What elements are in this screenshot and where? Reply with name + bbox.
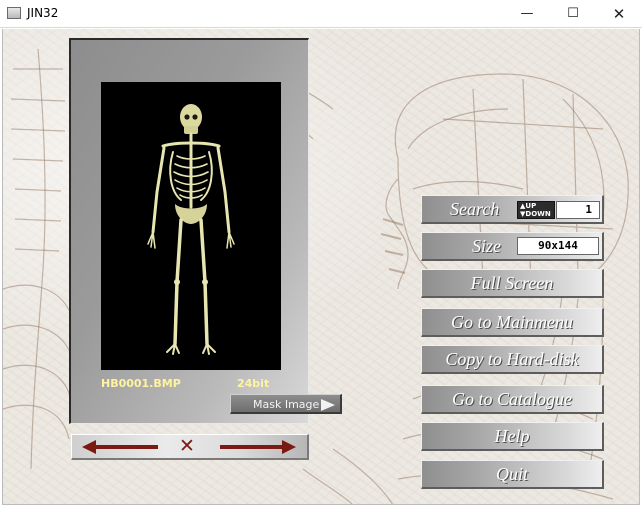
copy-to-hard-disk-button[interactable]: Copy to Hard-disk [421, 345, 604, 374]
up-down-stepper[interactable]: ▲UP ▼DOWN [517, 201, 555, 219]
skeleton-image [147, 104, 235, 355]
size-label: Size [472, 236, 501, 256]
app-icon [7, 7, 21, 19]
maximize-button[interactable]: ☐ [550, 0, 596, 28]
search-button[interactable]: Search ▲UP ▼DOWN 1 [421, 195, 604, 224]
quit-button[interactable]: Quit [421, 460, 604, 489]
go-to-catalogue-button[interactable]: Go to Catalogue [421, 385, 604, 414]
title-bar: JIN32 — ☐ ✕ [0, 0, 642, 28]
help-button[interactable]: Help [421, 422, 604, 451]
image-preview [101, 82, 281, 370]
search-label: Search [450, 199, 500, 219]
minimize-button[interactable]: — [504, 0, 550, 28]
app-client-area: HB0001.BMP 24bit Mask Image ✕ Search ▲UP… [2, 29, 640, 505]
down-label[interactable]: ▼DOWN [520, 211, 551, 218]
go-to-mainmenu-button[interactable]: Go to Mainmenu [421, 308, 604, 337]
close-image-icon[interactable]: ✕ [179, 436, 195, 456]
quit-label: Quit [495, 464, 528, 484]
full-screen-button[interactable]: Full Screen [421, 269, 604, 298]
go-to-catalogue-label: Go to Catalogue [452, 389, 572, 409]
image-bit-depth: 24bit [237, 377, 270, 390]
close-window-button[interactable]: ✕ [596, 0, 642, 28]
mask-image-button[interactable]: Mask Image [230, 394, 342, 414]
help-label: Help [494, 426, 530, 446]
next-arrow-icon[interactable] [218, 435, 298, 459]
search-index-field[interactable]: 1 [556, 201, 600, 219]
image-filename: HB0001.BMP [101, 377, 181, 390]
play-arrow-icon [321, 399, 335, 411]
image-viewer-panel: HB0001.BMP 24bit [69, 38, 309, 424]
size-button[interactable]: Size 90x144 [421, 232, 604, 261]
previous-arrow-icon[interactable] [80, 435, 160, 459]
copy-to-hard-disk-label: Copy to Hard-disk [445, 349, 579, 369]
full-screen-label: Full Screen [470, 273, 554, 293]
image-navigation-bar: ✕ [71, 434, 309, 460]
up-label[interactable]: ▲UP [520, 203, 536, 210]
window-title: JIN32 [27, 6, 59, 20]
size-value: 90x144 [517, 237, 599, 255]
mask-image-label: Mask Image [253, 398, 320, 411]
go-to-mainmenu-label: Go to Mainmenu [451, 312, 573, 332]
